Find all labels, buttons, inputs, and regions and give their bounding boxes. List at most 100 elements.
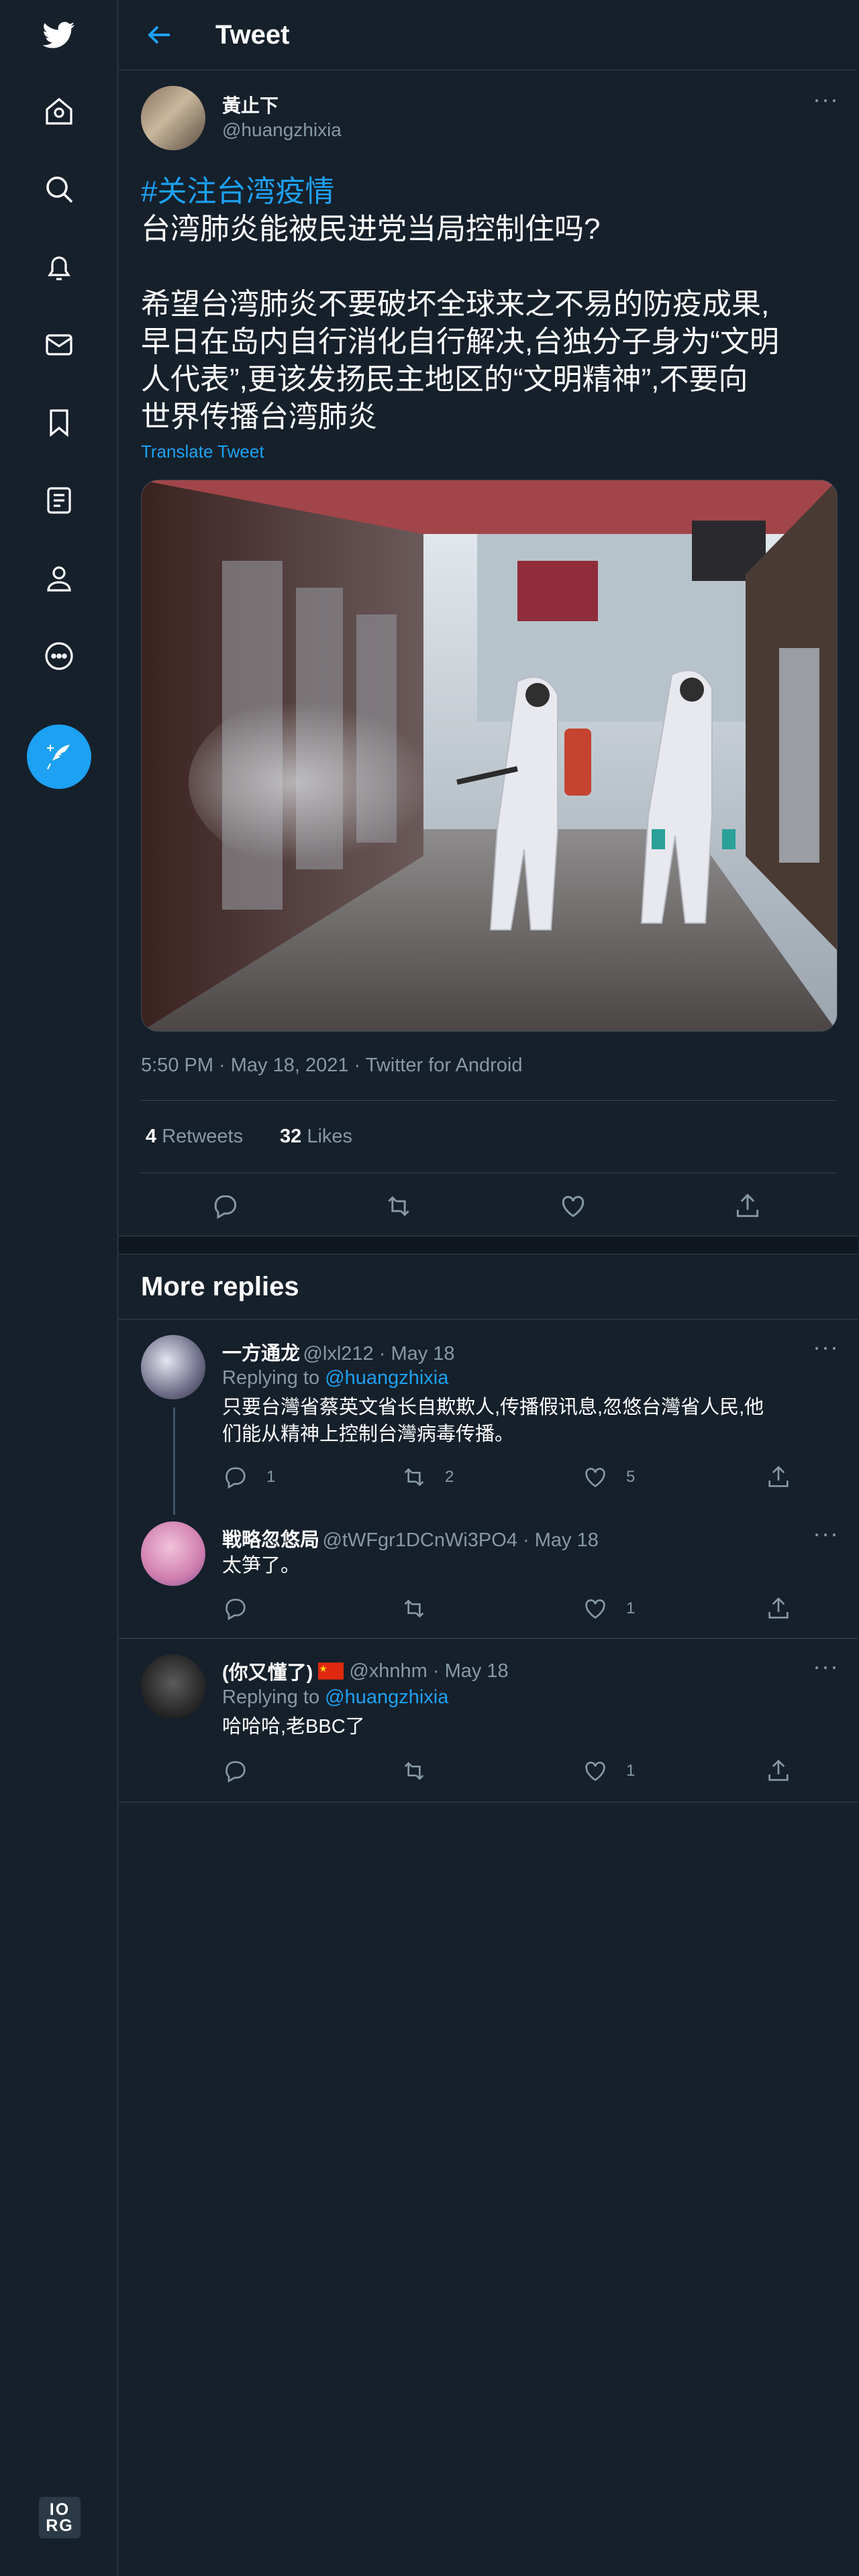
reply-text-line: 哈哈哈,老BBC了 [222,1716,365,1737]
reply-count: 1 [266,1468,276,1486]
share-icon[interactable] [765,1758,792,1784]
sidebar: IO RG [0,0,118,2576]
reply-meta[interactable]: @tWFgr1DCnWi3PO4 · May 18 [322,1529,598,1551]
likes-stat[interactable]: 32 Likes [280,1126,352,1148]
retweets-count: 4 [146,1126,157,1147]
reply-action[interactable]: 1 [222,1464,275,1491]
author-name[interactable]: 黃止下 [222,91,279,118]
tweet-text-line: 台湾肺炎能被民进党当局控制住吗? [141,213,601,246]
retweet-count: 2 [445,1468,454,1486]
reply-header: 戦略忽悠局 @tWFgr1DCnWi3PO4 · May 18 [222,1524,599,1552]
retweets-stat[interactable]: 4 Retweets [146,1126,243,1148]
street-disinfection-photo [142,480,837,1031]
author-handle[interactable]: @huangzhixia [222,119,342,141]
replying-to-handle[interactable]: @huangzhixia [325,1367,448,1389]
retweets-label: Retweets [162,1126,244,1147]
reply-meta[interactable]: @xhnhm · May 18 [349,1660,508,1682]
profile-icon[interactable] [39,558,79,598]
avatar[interactable] [141,1654,205,1719]
share-icon[interactable] [765,1464,792,1491]
tweet-text-line: 世界传播台湾肺炎 [141,400,377,433]
retweet-icon [404,1468,424,1487]
back-arrow-icon[interactable] [143,19,175,51]
tweet-photo[interactable] [141,480,838,1032]
iorg-badge: IO RG [39,2497,81,2538]
retweet-action[interactable] [401,1595,445,1622]
more-replies-heading: More replies [141,1272,299,1301]
likes-count: 32 [280,1126,302,1147]
share-icon[interactable] [765,1595,792,1622]
reply-header: 一方通龙 @lxl212 · May 18 [222,1338,455,1366]
lists-icon[interactable] [39,480,79,521]
explore-icon[interactable] [39,169,79,209]
like-icon [585,1762,605,1781]
retweet-icon [404,1599,424,1618]
more-icon[interactable] [39,636,79,676]
twitter-logo-icon[interactable] [39,15,79,55]
like-count: 1 [626,1599,636,1617]
like-count: 1 [626,1762,636,1780]
tweet-text-line: 人代表”,更该发扬民主地区的“文明精神”,不要向 [141,363,748,396]
reply-text: 哈哈哈,老BBC了 [222,1713,365,1740]
thread-connector [173,1407,175,1515]
more-options-icon[interactable]: ··· [813,1521,839,1546]
home-icon[interactable] [39,91,79,131]
reply-header: (你又懂了) @xhnhm · May 18 [222,1657,509,1685]
reply-text: 只要台灣省蔡英文省长自欺欺人,传播假讯息,忽悠台灣省人民,他 们能从精神上控制台… [222,1394,764,1448]
reply-author-name[interactable]: (你又懂了) [222,1657,313,1685]
like-icon[interactable] [558,1191,588,1221]
tweet-timestamp[interactable]: 5:50 PM · May 18, 2021 · Twitter for And… [141,1055,522,1077]
reply-icon [225,1599,246,1621]
retweet-action[interactable]: 2 [401,1464,454,1491]
like-count: 5 [626,1468,636,1486]
like-action[interactable]: 5 [582,1464,635,1491]
compose-icon [47,745,70,769]
replying-to: Replying to @huangzhixia [222,1367,448,1389]
replying-to: Replying to @huangzhixia [222,1686,448,1709]
like-icon [585,1599,605,1619]
avatar[interactable] [141,86,205,150]
notifications-icon[interactable] [39,247,79,287]
like-action[interactable]: 1 [582,1595,635,1622]
retweet-icon [404,1762,424,1780]
avatar[interactable] [141,1521,205,1586]
more-options-icon[interactable]: ··· [813,1335,839,1359]
retweet-icon[interactable] [384,1191,413,1221]
more-options-icon[interactable]: ··· [813,87,839,111]
more-options-icon[interactable]: ··· [813,1654,839,1678]
reply-author-name[interactable]: 一方通龙 [222,1343,300,1364]
divider [119,1802,858,1803]
section-gap [119,1236,858,1254]
like-action[interactable]: 1 [582,1758,635,1784]
share-icon[interactable] [733,1191,762,1221]
reply-text-line: 只要台灣省蔡英文省长自欺欺人,传播假讯息,忽悠台灣省人民,他 [222,1397,764,1418]
retweet-action[interactable] [401,1758,445,1784]
hashtag-link[interactable]: #关注台湾疫情 [141,173,334,211]
bookmarks-icon[interactable] [39,402,79,443]
reply-action[interactable] [222,1595,266,1622]
messages-icon[interactable] [39,325,79,365]
divider [119,1319,858,1320]
replying-to-label: Replying to [222,1367,320,1389]
tweet-text-line: 早日在岛内自行消化自行解决,台独分子身为“文明 [141,325,779,358]
reply-icon [225,1467,246,1489]
compose-button[interactable] [27,724,91,789]
divider [119,1638,858,1639]
reply-action[interactable] [222,1758,266,1784]
replying-to-handle[interactable]: @huangzhixia [325,1686,448,1708]
china-flag-icon [318,1662,344,1680]
page-header: Tweet [119,0,857,70]
replying-to-label: Replying to [222,1686,320,1708]
reply-text-line: 太笋了。 [222,1555,301,1576]
reply-text-line: 们能从精神上控制台灣病毒传播。 [222,1424,515,1445]
reply-author-name[interactable]: 戦略忽悠局 [222,1529,319,1551]
reply-text: 太笋了。 [222,1552,300,1579]
reply-icon[interactable] [211,1191,240,1221]
avatar[interactable] [141,1335,205,1399]
tweet-text-line: 希望台湾肺炎不要破坏全球来之不易的防疫成果, [141,288,770,321]
translate-tweet-link[interactable]: Translate Tweet [141,441,264,462]
divider [141,1100,836,1101]
reply-meta[interactable]: @lxl212 · May 18 [303,1343,454,1364]
page-title: Tweet [215,20,290,50]
likes-label: Likes [307,1126,353,1147]
